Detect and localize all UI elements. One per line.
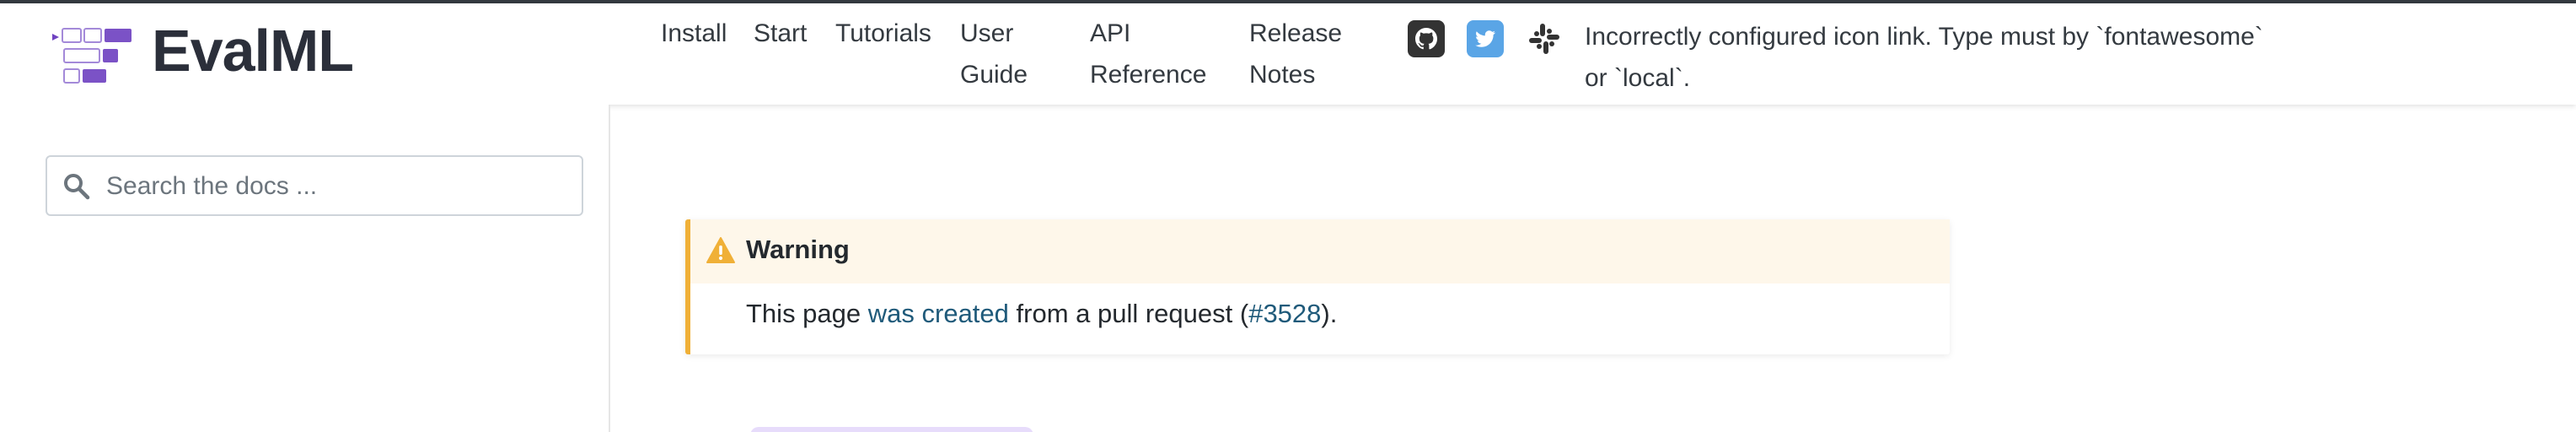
search-icon xyxy=(64,174,90,200)
slack-icon[interactable] xyxy=(1526,20,1563,57)
evalml-logo-icon[interactable] xyxy=(49,22,142,86)
pull-request-link[interactable]: #3528 xyxy=(1248,299,1321,328)
search-box[interactable] xyxy=(46,155,583,216)
nav-user-guide-line2: Guide xyxy=(960,61,1028,89)
github-icon[interactable] xyxy=(1408,20,1445,57)
search-input[interactable] xyxy=(106,165,570,208)
nav-start[interactable]: Start xyxy=(754,13,807,54)
nav-api-reference-line1: API xyxy=(1090,19,1131,47)
admonition-title: Warning xyxy=(746,235,850,264)
nav-user-guide-line1: User xyxy=(960,19,1014,47)
warning-admonition: Warning This page was created from a pul… xyxy=(685,219,1950,354)
nav-user-guide[interactable]: User Guide xyxy=(960,13,1028,95)
navbar: EvalML Install Start Tutorials User Guid… xyxy=(0,3,2576,105)
admonition-body: This page was created from a pull reques… xyxy=(746,299,1337,329)
admonition-text-suffix: ). xyxy=(1321,299,1338,328)
admonition-text-middle: from a pull request ( xyxy=(1008,299,1249,328)
nav-api-reference[interactable]: API Reference xyxy=(1090,13,1206,95)
next-section-badge xyxy=(750,427,1033,432)
admonition-title-bar: Warning xyxy=(690,219,1950,284)
sidebar xyxy=(0,105,610,432)
twitter-icon[interactable] xyxy=(1467,20,1504,57)
nav-release-notes-line2: Notes xyxy=(1249,61,1316,89)
was-created-link[interactable]: was created xyxy=(868,299,1009,328)
nav-tutorials[interactable]: Tutorials xyxy=(835,13,931,54)
icon-link-error-line1: Incorrectly configured icon link. Type m… xyxy=(1585,23,2263,51)
admonition-text-prefix: This page xyxy=(746,299,868,328)
icon-link-config-error: Incorrectly configured icon link. Type m… xyxy=(1585,16,2326,99)
brand-name[interactable]: EvalML xyxy=(152,17,354,84)
nav-install[interactable]: Install xyxy=(661,13,727,54)
nav-api-reference-line2: Reference xyxy=(1090,61,1207,89)
nav-release-notes-line1: Release xyxy=(1249,19,1343,47)
nav-release-notes[interactable]: Release Notes xyxy=(1249,13,1342,95)
icon-link-error-line2: or `local`. xyxy=(1585,64,1691,92)
warning-icon xyxy=(706,237,735,263)
